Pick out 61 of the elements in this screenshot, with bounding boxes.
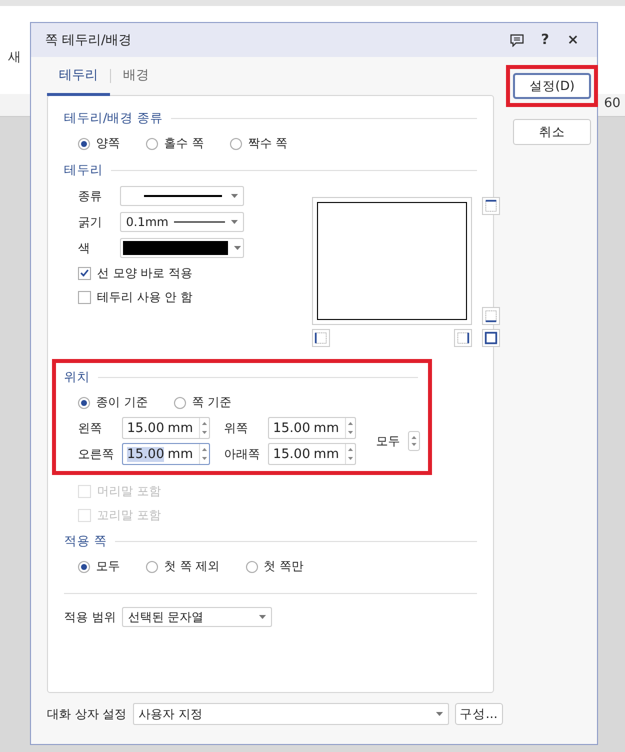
margin-spin-field[interactable]: 15.00 mm: [268, 417, 356, 439]
checkbox[interactable]: 테두리 사용 안 함: [64, 285, 244, 309]
radio-option[interactable]: 모두: [78, 558, 120, 575]
dialog-button[interactable]: 취소: [513, 119, 591, 145]
field-label: 모두: [376, 432, 400, 450]
radio-option[interactable]: 쪽 기준: [174, 394, 232, 411]
window-title: 쪽 테두리/배경: [45, 32, 133, 49]
dropdown-caret-icon: [231, 194, 238, 198]
dropdown-caret-icon: [258, 615, 266, 619]
radio-option[interactable]: 홀수 쪽: [146, 135, 204, 152]
radio-option[interactable]: 짝수 쪽: [230, 135, 288, 152]
range-dropdown[interactable]: 선택된 문자열: [122, 607, 272, 627]
radio-option[interactable]: 첫 쪽 제외: [146, 558, 220, 575]
radio-option[interactable]: 첫 쪽만: [246, 558, 304, 575]
section-title: 테두리: [64, 162, 103, 179]
field-label: 오른쪽: [78, 446, 115, 462]
radio-option[interactable]: 양쪽: [78, 135, 120, 152]
margin-spin-field[interactable]: 15.00 mm: [268, 443, 356, 465]
settings-dropdown[interactable]: 사용자 지정: [132, 703, 449, 725]
field-label: 굵기: [78, 214, 103, 230]
field-label: 종류: [78, 188, 103, 204]
color-dropdown[interactable]: [120, 238, 244, 258]
spin-arrows-icon[interactable]: [199, 444, 209, 464]
margin-spin-field[interactable]: 15.00 mm: [122, 417, 210, 439]
dropdown-caret-icon: [231, 220, 238, 224]
border-bottom-icon[interactable]: [482, 307, 500, 325]
line-type-dropdown[interactable]: [120, 186, 244, 206]
title-bar-button[interactable]: ×: [559, 32, 587, 48]
dropdown-caret-icon: [234, 246, 241, 250]
border-right-icon[interactable]: [454, 329, 472, 347]
title-bar-button[interactable]: ?: [531, 32, 559, 48]
field-label: 적용 범위: [64, 608, 116, 626]
line-sample-icon: [144, 194, 222, 198]
spin-arrows-icon[interactable]: [345, 418, 355, 438]
section-title: 테두리/배경 종류: [64, 110, 164, 127]
dialog-button[interactable]: 설정(D): [513, 73, 591, 99]
field-label: 대화 상자 설정: [47, 706, 127, 722]
configure-button[interactable]: 구성...: [454, 703, 503, 725]
toolbar-label: 새: [8, 49, 21, 66]
border-all-icon[interactable]: [482, 329, 500, 347]
field-label: 아래쪽: [224, 446, 261, 462]
section-title: 적용 쪽: [64, 533, 107, 550]
check-icon: [80, 269, 89, 277]
field-label: 왼쪽: [78, 420, 103, 436]
radio-option[interactable]: 종이 기준: [78, 394, 148, 411]
spin-arrows-icon[interactable]: [199, 418, 209, 438]
checkbox[interactable]: 선 모양 바로 적용: [64, 261, 244, 285]
thickness-dropdown[interactable]: 0.1mm: [120, 212, 244, 232]
section-title: 위치: [64, 369, 90, 386]
border-left-icon[interactable]: [312, 329, 330, 347]
spin-arrows-icon[interactable]: [408, 431, 420, 451]
field-label: 색: [78, 240, 91, 256]
toolbar-label: 60: [604, 96, 621, 111]
tab[interactable]: 배경: [111, 56, 161, 96]
border-top-icon[interactable]: [482, 197, 500, 215]
line-sample-icon: [174, 220, 226, 224]
comment-icon[interactable]: [510, 34, 524, 46]
dropdown-caret-icon: [436, 712, 443, 716]
margin-spin-field[interactable]: 15.00 mm: [122, 443, 210, 465]
field-label: 위쪽: [224, 420, 249, 436]
spin-arrows-icon[interactable]: [345, 444, 355, 464]
